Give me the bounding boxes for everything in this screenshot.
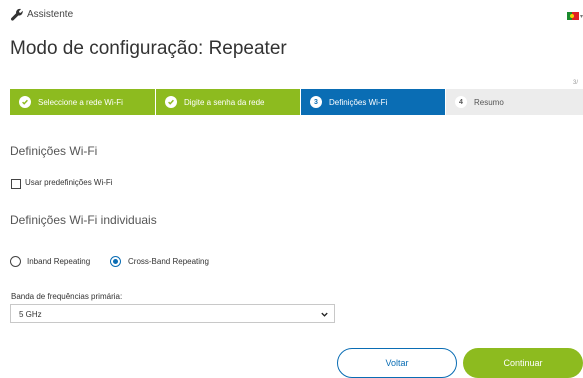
- band-select[interactable]: 5 GHz: [10, 304, 335, 323]
- step-enter-password[interactable]: Digite a senha da rede: [155, 89, 300, 115]
- step-summary: 4 Resumo: [445, 89, 583, 115]
- step-label: Seleccione a rede Wi-Fi: [38, 97, 123, 107]
- assistant-label: Assistente: [27, 9, 74, 20]
- individual-settings-heading: Definições Wi-Fi individuais: [10, 213, 157, 227]
- page-indicator: 3/: [573, 80, 579, 86]
- step-label: Resumo: [474, 97, 504, 107]
- wrench-icon: [10, 8, 23, 21]
- portugal-flag-icon[interactable]: [567, 12, 579, 20]
- inband-repeating-label[interactable]: Inband Repeating: [27, 257, 90, 266]
- top-bar: Assistente ▾: [0, 0, 583, 30]
- step-label: Digite a senha da rede: [184, 97, 265, 107]
- band-label: Banda de frequências primária:: [11, 292, 123, 301]
- check-icon: [19, 96, 31, 108]
- step-number: 3: [310, 96, 322, 108]
- check-icon: [165, 96, 177, 108]
- chevron-down-icon: [321, 312, 328, 317]
- band-select-value: 5 GHz: [19, 310, 42, 319]
- step-label: Definições Wi-Fi: [329, 97, 388, 107]
- wifi-settings-heading: Definições Wi-Fi: [10, 144, 98, 158]
- inband-repeating-radio[interactable]: [10, 256, 21, 267]
- step-select-network[interactable]: Seleccione a rede Wi-Fi: [10, 89, 155, 115]
- use-defaults-checkbox[interactable]: [11, 179, 21, 189]
- cross-band-repeating-label[interactable]: Cross-Band Repeating: [128, 257, 209, 266]
- page-title: Modo de configuração: Repeater: [10, 38, 287, 59]
- step-number: 4: [455, 96, 467, 108]
- cross-band-repeating-radio[interactable]: [110, 256, 121, 267]
- wizard-steps: Seleccione a rede Wi-Fi Digite a senha d…: [10, 89, 583, 115]
- use-defaults-label[interactable]: Usar predefinições Wi-Fi: [25, 178, 113, 187]
- step-wifi-settings: 3 Definições Wi-Fi: [300, 89, 445, 115]
